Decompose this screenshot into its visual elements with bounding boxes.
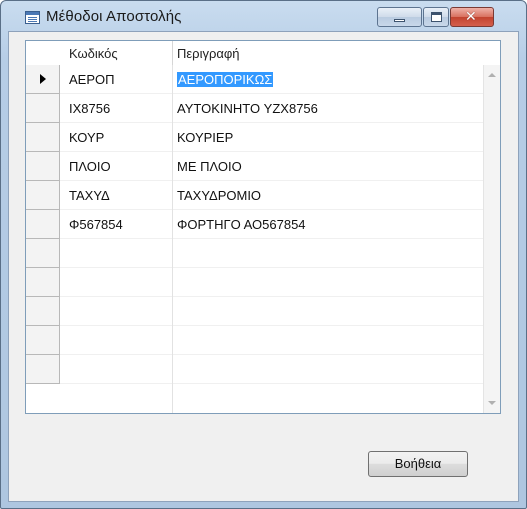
cell-description[interactable]: ΑΕΡΟΠΟΡΙΚΩΣ <box>177 72 274 87</box>
column-divider <box>172 65 173 413</box>
table-row[interactable]: ΠΛΟΙΟ ΜΕ ΠΛΟΙΟ <box>26 152 484 181</box>
maximize-icon <box>431 12 442 22</box>
row-selector[interactable] <box>26 210 60 239</box>
table-row[interactable] <box>26 268 484 297</box>
column-separator[interactable] <box>172 41 173 65</box>
close-icon: ✕ <box>465 9 477 25</box>
cell-code[interactable]: ΑΕΡΟΠ <box>69 72 115 87</box>
minimize-icon <box>394 19 405 22</box>
close-button[interactable]: ✕ <box>450 7 494 27</box>
cell-code[interactable]: ΠΛΟΙΟ <box>69 159 111 174</box>
column-header-description[interactable]: Περιγραφή <box>177 46 240 61</box>
table-row[interactable]: ΚΟΥΡ ΚΟΥΡΙΕΡ <box>26 123 484 152</box>
cell-code[interactable]: ΚΟΥΡ <box>69 130 104 145</box>
row-selector[interactable] <box>26 326 60 355</box>
cell-description[interactable]: ΦΟΡΤΗΓΟ ΑΟ567854 <box>177 217 306 232</box>
cell-description[interactable]: ΜΕ ΠΛΟΙΟ <box>177 159 242 174</box>
cell-description[interactable]: ΚΟΥΡΙΕΡ <box>177 130 233 145</box>
row-selector[interactable] <box>26 268 60 297</box>
minimize-button[interactable] <box>377 7 422 27</box>
table-row[interactable]: Φ567854 ΦΟΡΤΗΓΟ ΑΟ567854 <box>26 210 484 239</box>
selected-cell-text[interactable]: ΑΕΡΟΠΟΡΙΚΩΣ <box>177 72 274 87</box>
cell-code[interactable]: Φ567854 <box>69 217 123 232</box>
vertical-scrollbar[interactable] <box>483 65 500 413</box>
table-row[interactable]: ΤΑΧΥΔ ΤΑΧΥΔΡΟΜΙΟ <box>26 181 484 210</box>
row-selector[interactable] <box>26 152 60 181</box>
cell-description[interactable]: ΑΥΤΟΚΙΝΗΤΟ YZX8756 <box>177 101 318 116</box>
table-row[interactable]: ΑΕΡΟΠ ΑΕΡΟΠΟΡΙΚΩΣ <box>26 65 484 94</box>
scroll-up-icon[interactable] <box>488 73 496 77</box>
maximize-button[interactable] <box>423 7 449 27</box>
current-row-arrow-icon <box>40 74 46 84</box>
cell-code[interactable]: ΤΑΧΥΔ <box>69 188 110 203</box>
table-row[interactable]: ΙΧ8756 ΑΥΤΟΚΙΝΗΤΟ YZX8756 <box>26 94 484 123</box>
row-divider <box>60 383 484 384</box>
row-selector[interactable] <box>26 181 60 210</box>
grid-header: Κωδικός Περιγραφή <box>26 41 500 65</box>
table-row[interactable] <box>26 297 484 326</box>
cell-description[interactable]: ΤΑΧΥΔΡΟΜΙΟ <box>177 188 261 203</box>
table-row[interactable] <box>26 239 484 268</box>
cell-code[interactable]: ΙΧ8756 <box>69 101 110 116</box>
row-selector[interactable] <box>26 65 60 94</box>
table-row[interactable] <box>26 355 484 384</box>
title-bar[interactable]: Μέθοδοι Αποστολής ✕ <box>1 1 526 31</box>
row-selector[interactable] <box>26 297 60 326</box>
table-row[interactable] <box>26 326 484 355</box>
window-title: Μέθοδοι Αποστολής <box>46 8 182 25</box>
row-selector[interactable] <box>26 123 60 152</box>
help-button[interactable]: Βοήθεια <box>368 451 468 477</box>
row-selector[interactable] <box>26 239 60 268</box>
table-window-icon <box>25 11 40 24</box>
row-selector[interactable] <box>26 355 60 384</box>
row-selector[interactable] <box>26 94 60 123</box>
scroll-down-icon[interactable] <box>488 401 496 405</box>
shipping-methods-grid[interactable]: Κωδικός Περιγραφή ΑΕΡΟΠ ΑΕΡΟΠΟΡΙΚΩΣ ΙΧ8756… <box>25 40 501 414</box>
column-header-code[interactable]: Κωδικός <box>69 46 118 61</box>
